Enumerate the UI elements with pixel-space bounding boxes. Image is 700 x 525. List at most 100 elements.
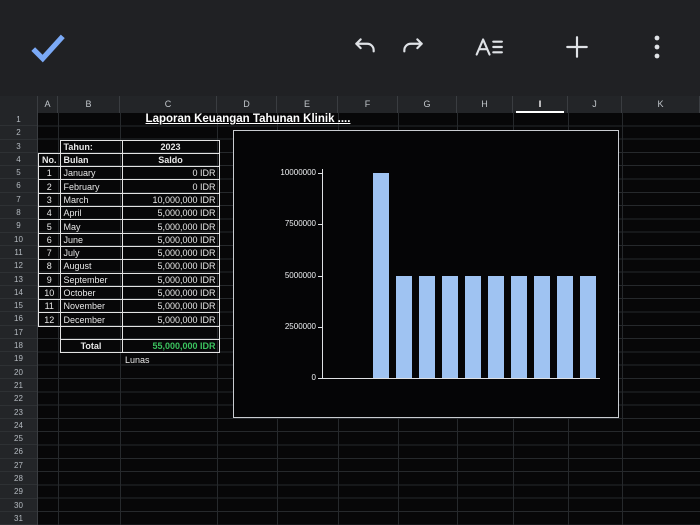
column-header-e[interactable]: E — [277, 96, 338, 113]
cell[interactable]: February — [59, 179, 123, 194]
cell[interactable]: 5,000,000 IDR — [121, 259, 220, 274]
cell[interactable]: June — [59, 232, 123, 247]
cell[interactable]: 3 — [38, 192, 61, 208]
row-header-28[interactable]: 28 — [0, 472, 37, 486]
row-header-14[interactable]: 14 — [0, 286, 37, 300]
row-header-25[interactable]: 25 — [0, 432, 37, 446]
row-header-27[interactable]: 27 — [0, 459, 37, 473]
cell[interactable]: Lunas — [122, 353, 219, 366]
cell[interactable] — [121, 326, 220, 340]
row-header-9[interactable]: 9 — [0, 219, 37, 233]
row-header-13[interactable]: 13 — [0, 273, 37, 286]
row-header-22[interactable]: 22 — [0, 392, 37, 406]
cell[interactable] — [39, 326, 61, 339]
cell[interactable]: January — [59, 166, 123, 181]
cell[interactable]: Tahun: — [59, 139, 123, 154]
row-header-1[interactable]: 1 — [0, 113, 37, 127]
cell[interactable]: 5,000,000 IDR — [121, 206, 220, 221]
cell[interactable]: 55,000,000 IDR — [121, 339, 220, 354]
cell[interactable] — [39, 353, 61, 366]
cell[interactable]: 2023 — [121, 139, 220, 154]
row-header-16[interactable]: 16 — [0, 312, 37, 326]
column-header-g[interactable]: G — [398, 96, 457, 113]
cell[interactable]: 0 IDR — [121, 166, 220, 181]
row-header-17[interactable]: 17 — [0, 326, 37, 340]
cell[interactable]: 1 — [38, 166, 61, 181]
row-header-5[interactable]: 5 — [0, 166, 37, 180]
cell[interactable]: 7 — [38, 245, 61, 261]
row-header-19[interactable]: 19 — [0, 352, 37, 366]
cell[interactable] — [60, 353, 122, 366]
cell[interactable]: Saldo — [121, 152, 220, 168]
column-header-h[interactable]: H — [457, 96, 513, 113]
cell[interactable]: 6 — [38, 232, 61, 247]
select-all-corner[interactable] — [0, 96, 38, 113]
row-header-30[interactable]: 30 — [0, 499, 37, 512]
cell[interactable]: October — [59, 285, 123, 301]
row-header-10[interactable]: 10 — [0, 233, 37, 246]
row-header-18[interactable]: 18 — [0, 339, 37, 353]
cell[interactable]: September — [59, 272, 123, 287]
cell[interactable]: March — [59, 192, 123, 208]
cell[interactable]: 4 — [38, 206, 61, 221]
cells-area[interactable]: Laporan Keuangan Tahunan Klinik .... Tah… — [38, 113, 700, 525]
cell[interactable]: 10,000,000 IDR — [121, 192, 220, 208]
cell[interactable]: 5,000,000 IDR — [121, 232, 220, 247]
row-header-12[interactable]: 12 — [0, 259, 37, 273]
cell[interactable]: 2 — [38, 179, 61, 194]
cell[interactable]: Bulan — [59, 152, 123, 168]
cell[interactable]: August — [59, 259, 123, 274]
column-header-k[interactable]: K — [622, 96, 700, 113]
cell[interactable]: No. — [38, 152, 61, 168]
row-header-3[interactable]: 3 — [0, 140, 37, 153]
cell[interactable]: 12 — [38, 312, 61, 327]
column-header-f[interactable]: F — [338, 96, 398, 113]
cell[interactable]: 10 — [38, 285, 61, 301]
done-button[interactable] — [28, 28, 68, 68]
column-header-a[interactable]: A — [38, 96, 58, 113]
cell[interactable]: May — [59, 219, 123, 234]
row-header-26[interactable]: 26 — [0, 445, 37, 459]
row-header-6[interactable]: 6 — [0, 179, 37, 193]
row-header-23[interactable]: 23 — [0, 406, 37, 419]
cell[interactable]: November — [59, 299, 123, 314]
cell[interactable]: 11 — [38, 299, 61, 314]
embedded-chart[interactable]: 0 2500000 5000000 7500000 10000000 — [233, 130, 619, 418]
cell[interactable] — [59, 326, 123, 340]
column-header-c[interactable]: C — [120, 96, 217, 113]
cell[interactable]: 5,000,000 IDR — [121, 272, 220, 287]
row-header-4[interactable]: 4 — [0, 153, 37, 167]
column-header-b[interactable]: B — [58, 96, 120, 113]
row-header-21[interactable]: 21 — [0, 379, 37, 393]
row-header-29[interactable]: 29 — [0, 485, 37, 499]
cell[interactable]: 5,000,000 IDR — [121, 245, 220, 261]
column-header-i[interactable]: I — [513, 96, 568, 113]
row-header-8[interactable]: 8 — [0, 206, 37, 220]
cell[interactable]: July — [59, 245, 123, 261]
cell[interactable]: Total — [59, 339, 123, 354]
cell[interactable]: 0 IDR — [121, 179, 220, 194]
cell[interactable]: 9 — [38, 272, 61, 287]
cell[interactable]: April — [59, 206, 123, 221]
row-header-15[interactable]: 15 — [0, 299, 37, 313]
cell[interactable]: December — [59, 312, 123, 327]
row-header-2[interactable]: 2 — [0, 126, 37, 140]
text-format-button[interactable] — [472, 30, 506, 64]
cell[interactable]: 8 — [38, 259, 61, 274]
cell[interactable]: 5,000,000 IDR — [121, 299, 220, 314]
row-header-20[interactable]: 20 — [0, 366, 37, 379]
column-header-j[interactable]: J — [568, 96, 622, 113]
cell[interactable]: 5 — [38, 219, 61, 234]
redo-button[interactable] — [396, 30, 430, 64]
cell[interactable] — [39, 140, 61, 153]
column-header-d[interactable]: D — [217, 96, 277, 113]
row-header-31[interactable]: 31 — [0, 512, 37, 525]
cell[interactable]: 5,000,000 IDR — [121, 219, 220, 234]
row-header-7[interactable]: 7 — [0, 193, 37, 207]
cell[interactable] — [39, 340, 61, 353]
undo-button[interactable] — [348, 30, 382, 64]
cell[interactable]: 5,000,000 IDR — [121, 312, 220, 327]
row-header-24[interactable]: 24 — [0, 419, 37, 433]
overflow-menu-button[interactable] — [640, 30, 674, 64]
cell[interactable]: 5,000,000 IDR — [121, 285, 220, 301]
